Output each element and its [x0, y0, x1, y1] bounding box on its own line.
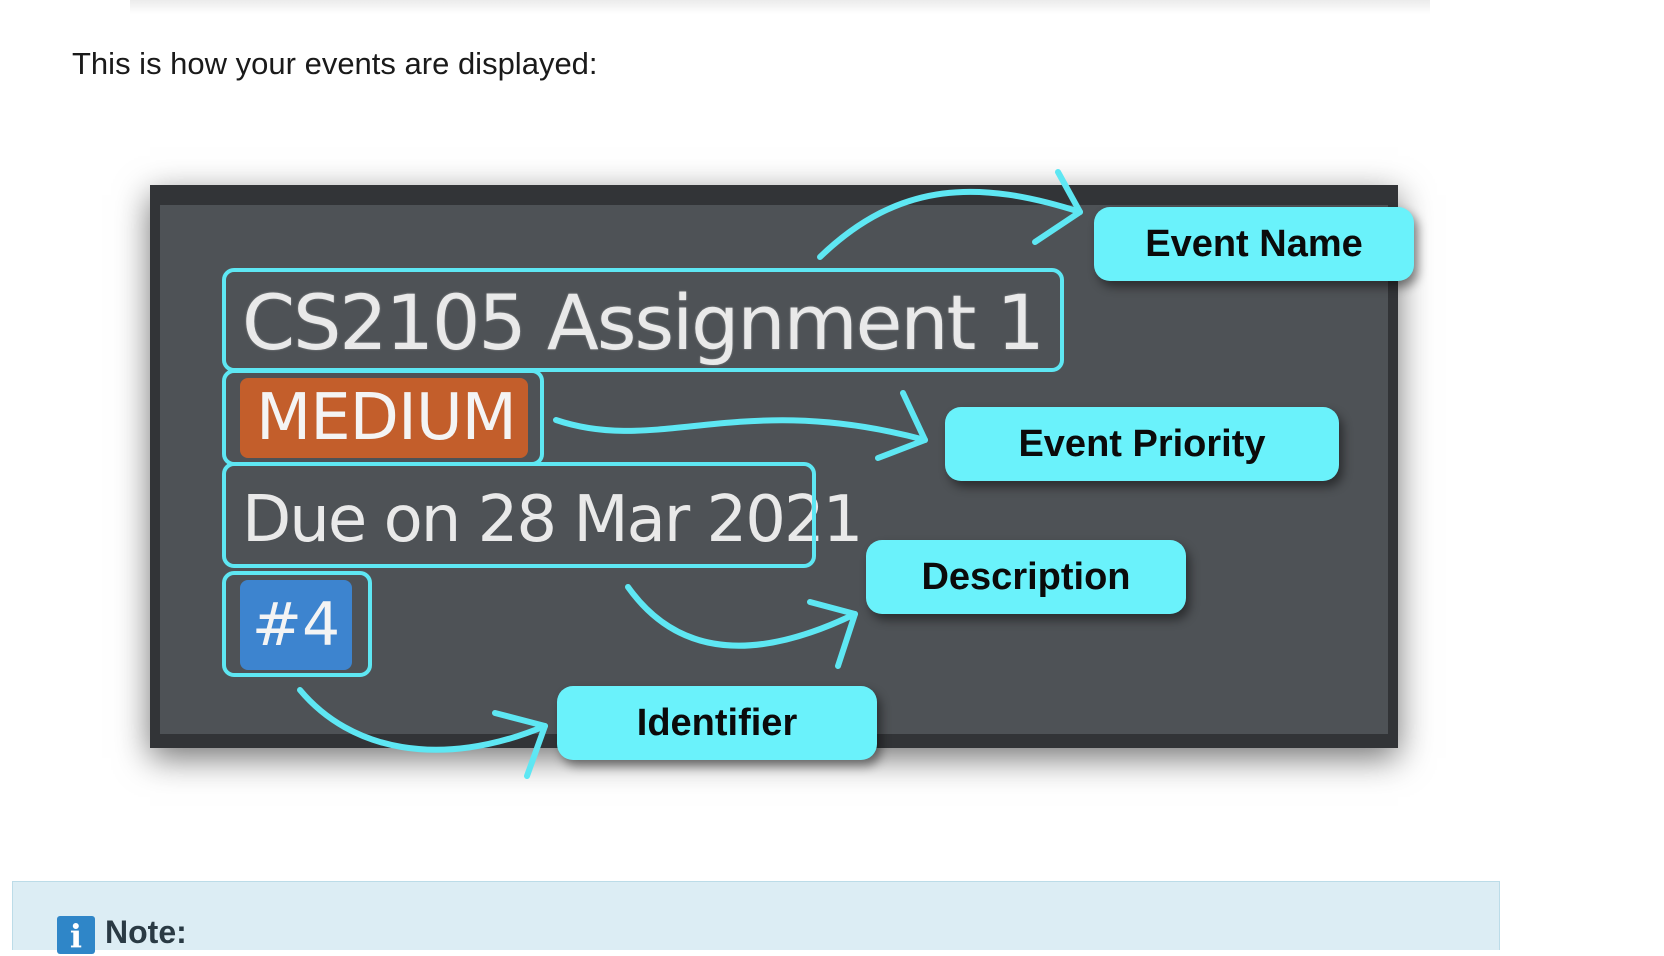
event-display-figure: CS2105 Assignment 1 MEDIUM Due on 28 Mar…	[0, 0, 1664, 950]
note-title: Note:	[105, 914, 187, 950]
info-icon: i	[57, 916, 95, 955]
callout-event-name: Event Name	[1094, 207, 1414, 281]
identifier-highlight	[222, 571, 372, 677]
note-box: i Note:	[12, 881, 1500, 955]
callout-description: Description	[866, 540, 1186, 614]
priority-highlight	[222, 369, 544, 466]
event-name-highlight	[222, 268, 1064, 372]
description-highlight	[222, 462, 816, 568]
callout-identifier: Identifier	[557, 686, 877, 760]
callout-event-priority: Event Priority	[945, 407, 1339, 481]
